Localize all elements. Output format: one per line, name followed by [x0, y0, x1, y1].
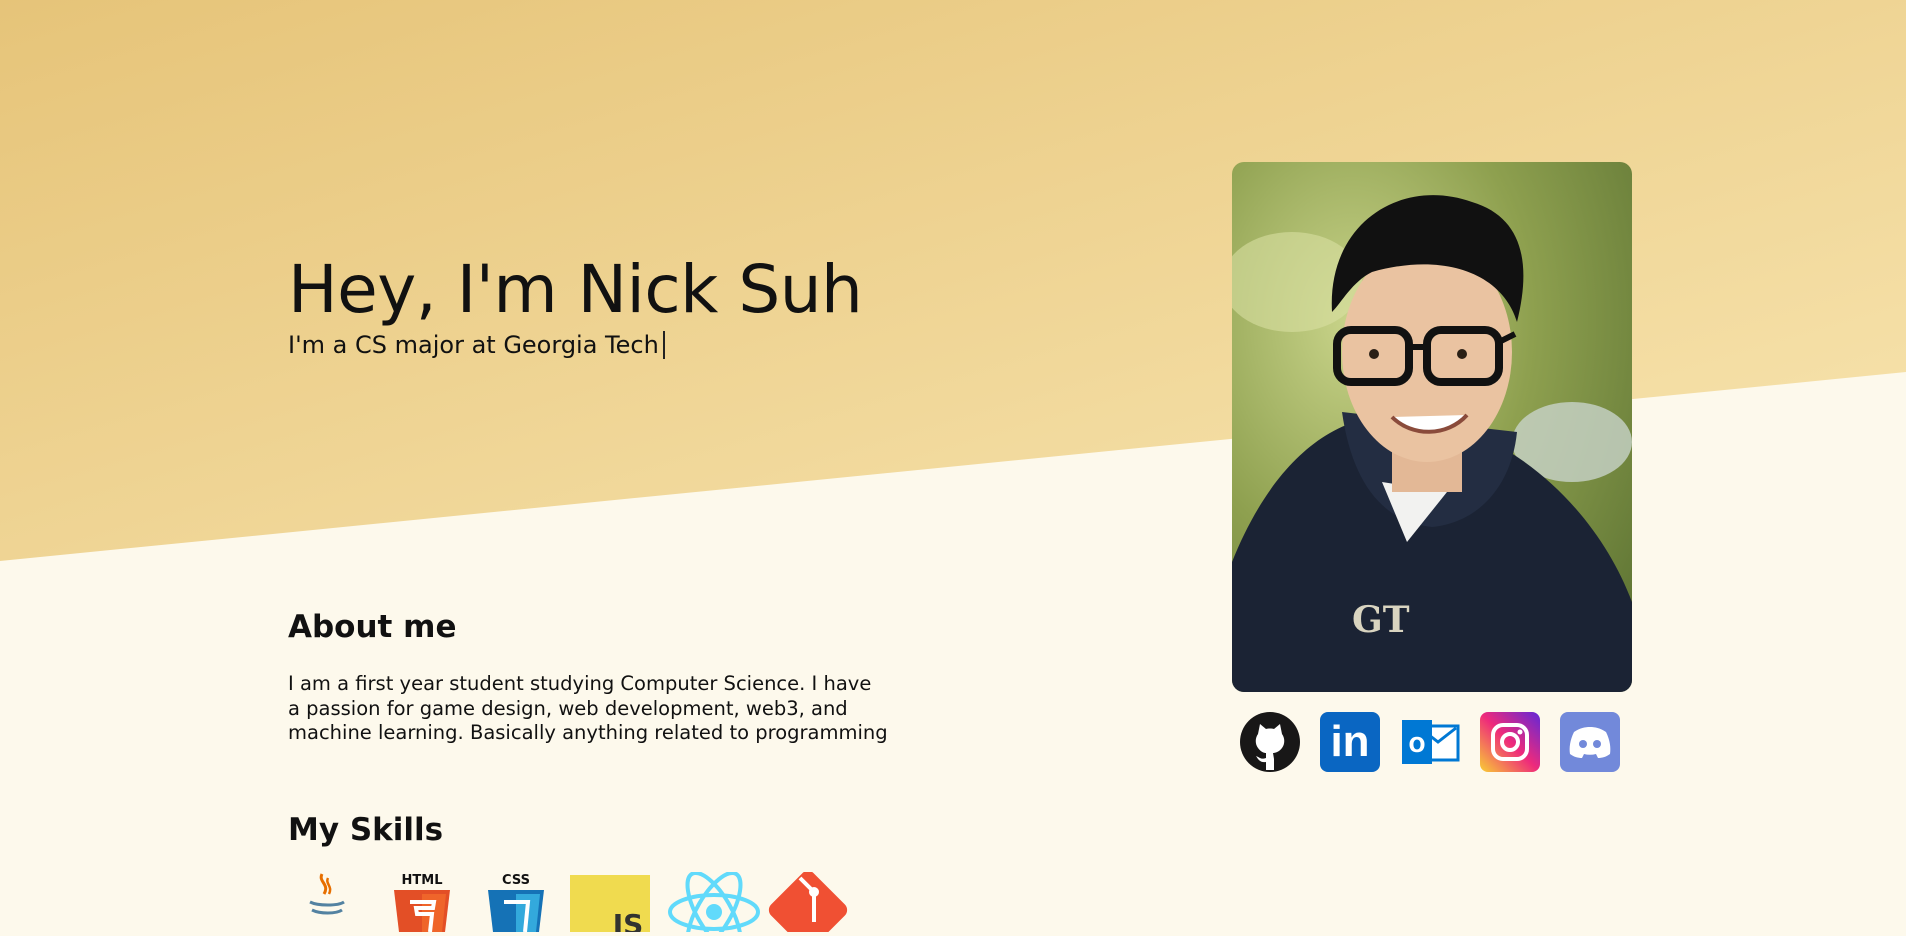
react-icon: [664, 870, 760, 936]
discord-icon[interactable]: [1560, 712, 1620, 772]
outlook-icon[interactable]: O: [1400, 712, 1460, 772]
hero-subtitle: I'm a CS major at Georgia Tech: [288, 330, 862, 360]
about-heading: About me: [288, 609, 457, 645]
skills-heading: My Skills: [288, 812, 444, 848]
linkedin-label: in: [1330, 717, 1370, 766]
linkedin-icon[interactable]: in: [1320, 712, 1380, 772]
skills-list: HTML CSS JS: [288, 870, 848, 936]
hero-title: Hey, I'm Nick Suh: [288, 251, 863, 328]
github-icon[interactable]: [1240, 712, 1300, 772]
hero: Hey, I'm Nick Suh I'm a CS major at Geor…: [288, 250, 863, 360]
java-icon: [288, 872, 368, 932]
git-icon: [758, 870, 848, 936]
about-text: I am a first year student studying Compu…: [288, 672, 888, 744]
profile-photo: GT: [1232, 162, 1632, 692]
outlook-label: O: [1408, 733, 1425, 757]
social-links: in O: [1240, 712, 1620, 772]
hero-subtitle-text: I'm a CS major at Georgia Tech: [288, 331, 659, 359]
html5-icon: HTML: [382, 872, 462, 933]
svg-text:GT: GT: [1352, 599, 1410, 641]
javascript-label: JS: [611, 908, 644, 932]
css3-label: CSS: [502, 873, 530, 888]
typing-caret: [662, 331, 665, 359]
html5-label: HTML: [402, 873, 443, 888]
css3-icon: CSS: [476, 872, 556, 933]
javascript-icon: JS: [570, 872, 650, 936]
instagram-icon[interactable]: [1480, 712, 1540, 772]
